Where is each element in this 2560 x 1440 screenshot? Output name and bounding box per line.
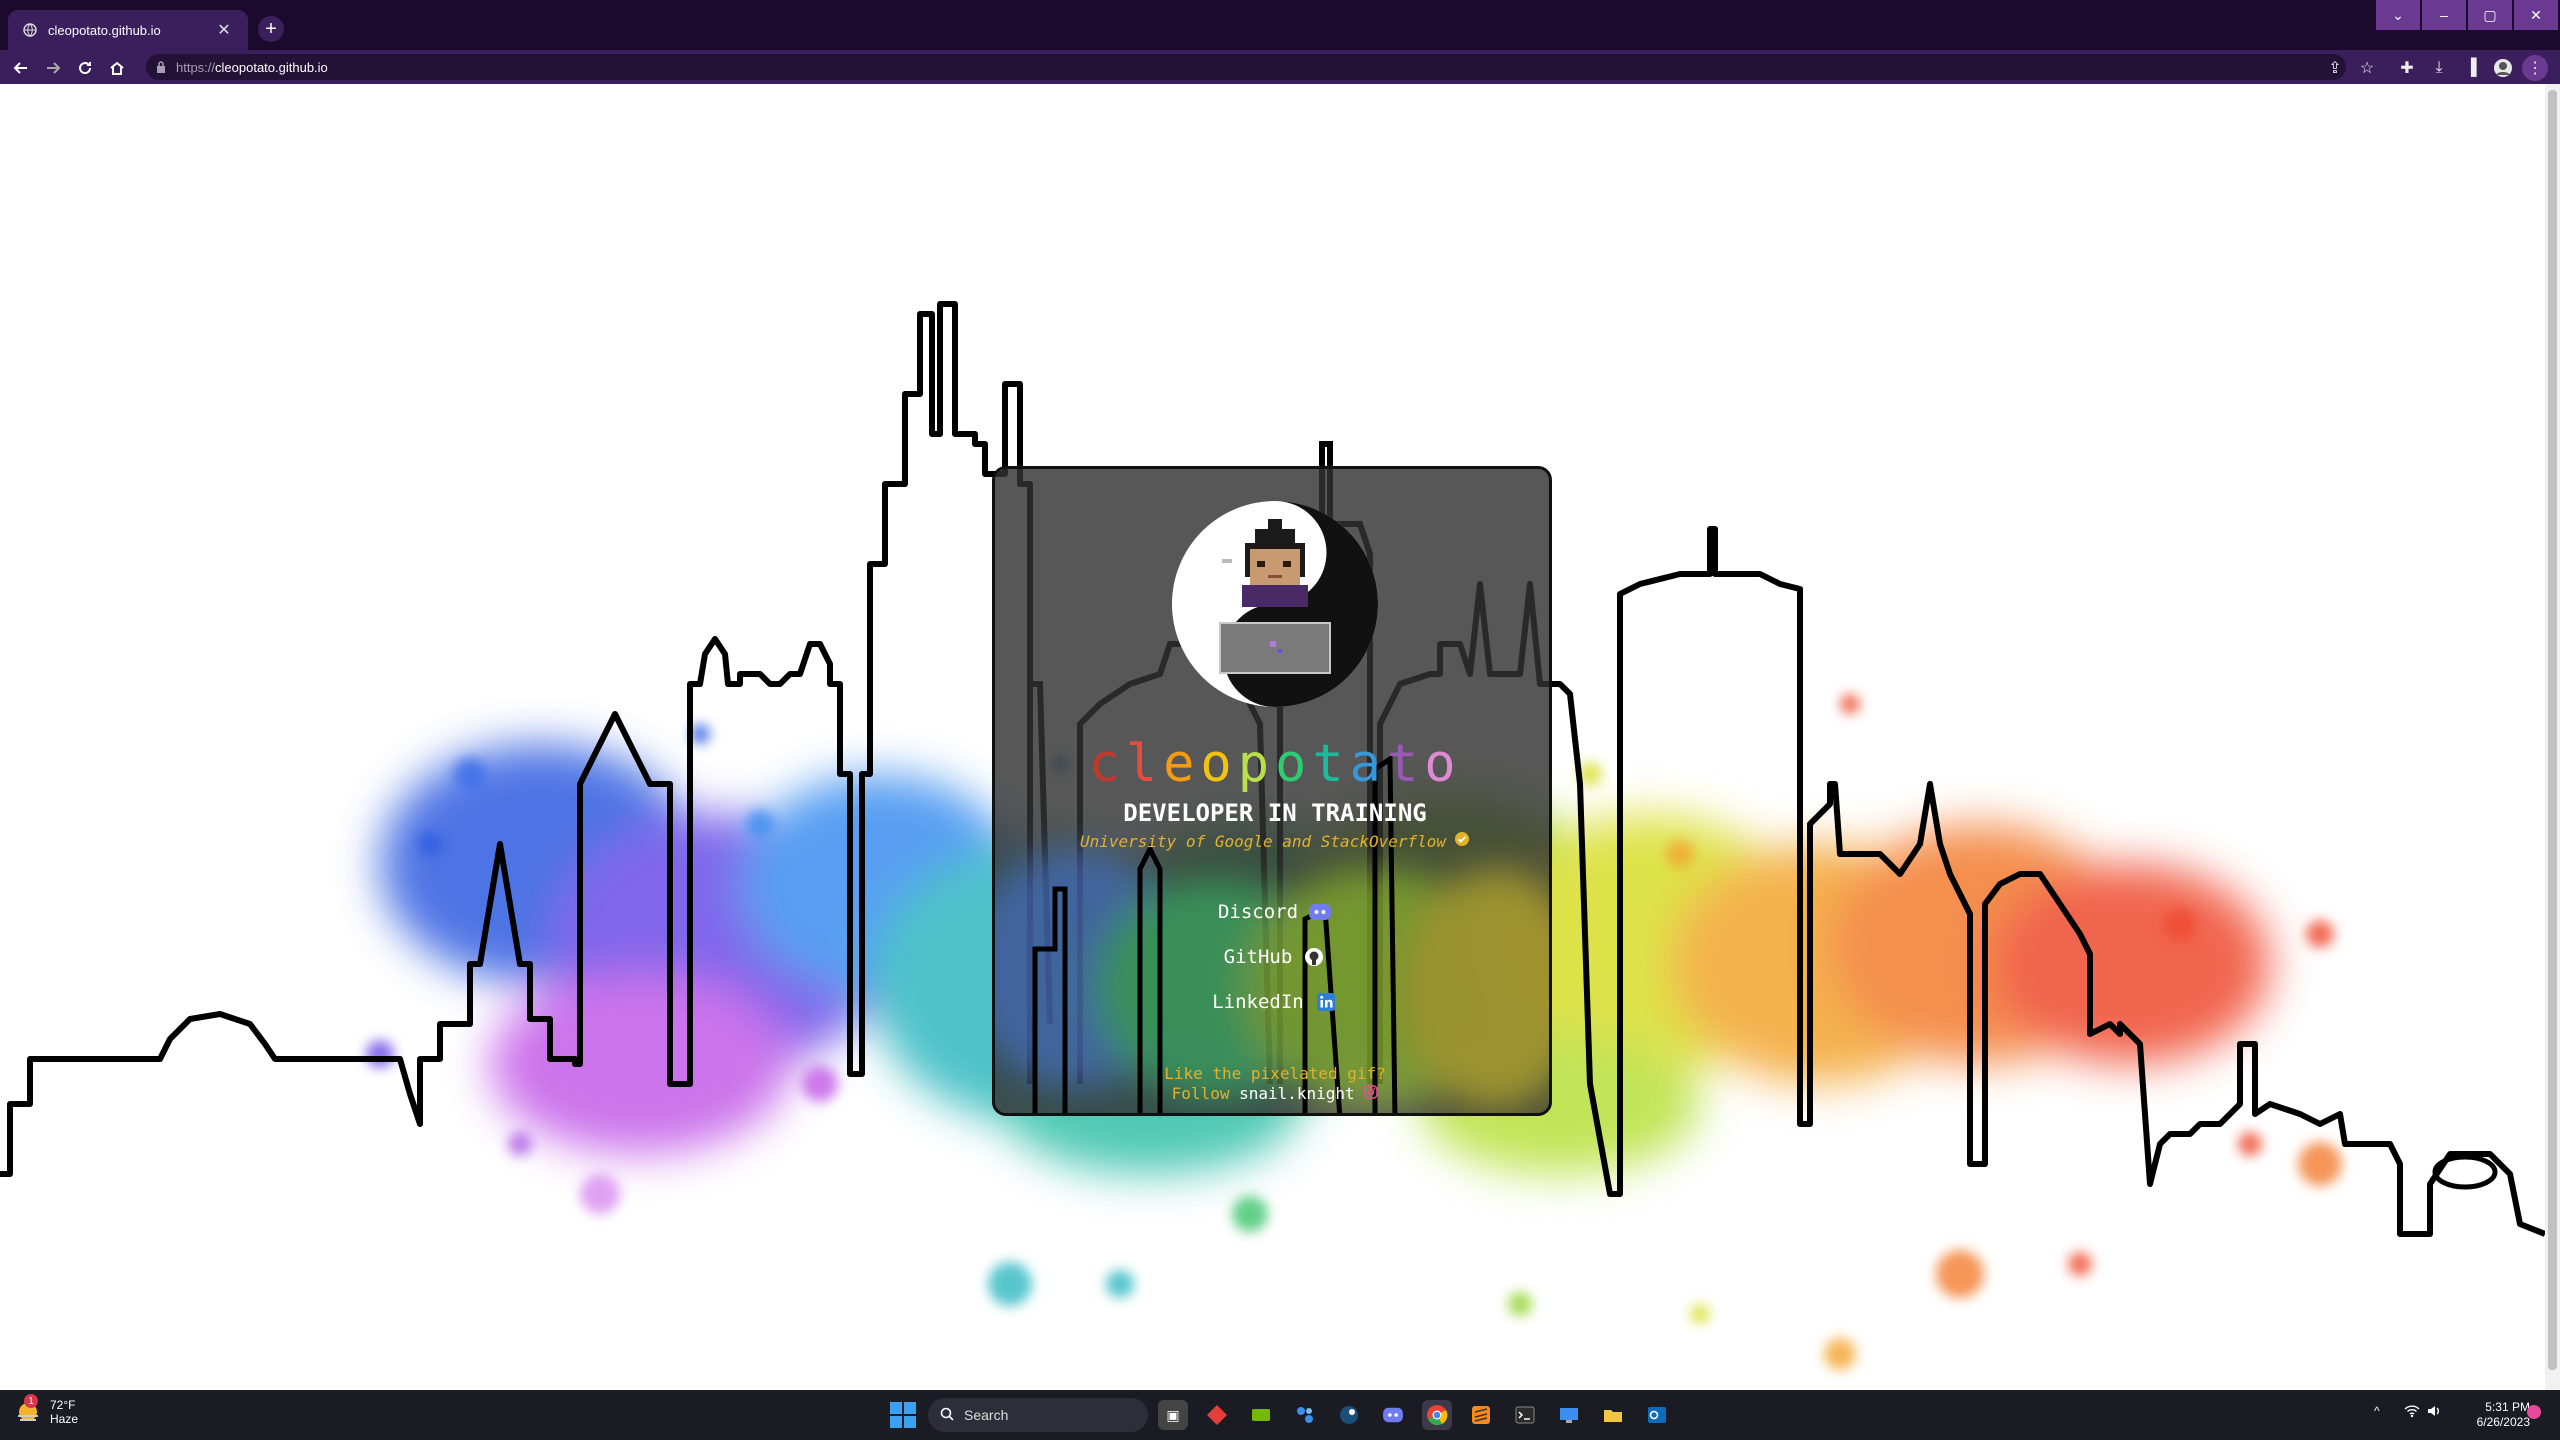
profile-card: cleopotato DEVELOPER IN TRAINING Univers… [992,466,1552,1116]
name-letter: t [1312,734,1350,794]
tab-search-icon[interactable]: ⌄ [2376,0,2420,30]
chrome-icon[interactable] [1422,1400,1452,1430]
maximize-button[interactable]: ▢ [2468,0,2512,30]
linkedin-link-label: LinkedIn [1212,990,1304,1013]
tray-overflow-icon[interactable]: ^ [2374,1404,2380,1418]
clock-date: 6/26/2023 [2476,1415,2530,1429]
verified-badge-icon [1454,831,1470,851]
system-clock[interactable]: 5:31 PM 6/26/2023 [2440,1400,2530,1430]
taskbar-search[interactable]: Search [928,1398,1148,1432]
wifi-icon[interactable] [2404,1404,2420,1421]
name-letter: e [1163,734,1201,794]
forward-button[interactable] [40,55,66,81]
name-letter: a [1349,734,1387,794]
role-title: DEVELOPER IN TRAINING [1123,799,1427,827]
profile-avatar-icon[interactable] [2490,55,2516,81]
discord-taskbar-icon[interactable] [1378,1400,1408,1430]
browser-tab[interactable]: cleopotato.github.io ✕ [8,10,248,50]
social-links: Discord GitHub LinkedIn [995,889,1549,1024]
close-window-button[interactable]: ✕ [2514,0,2558,30]
search-placeholder: Search [964,1407,1009,1423]
sublime-text-icon[interactable] [1466,1400,1496,1430]
discord-link[interactable]: Discord [995,889,1549,934]
name-letter: o [1200,734,1238,794]
share-icon[interactable]: ⇪ [2322,55,2348,81]
site-name: cleopotato [995,734,1549,794]
menu-icon[interactable]: ⋮ [2522,55,2548,81]
extensions-icon[interactable]: ✚ [2394,55,2420,81]
address-bar[interactable]: https:// cleopotato.github.io [146,54,2346,80]
linkedin-link[interactable]: LinkedIn [995,979,1549,1024]
back-button[interactable] [8,55,34,81]
follow-text: Follow [1171,1084,1230,1103]
download-icon[interactable]: ⤓ [2426,55,2452,81]
school-text: University of Google and StackOverflow [1079,831,1447,851]
notification-icon[interactable] [2526,1404,2542,1423]
lock-icon [156,61,166,73]
bookmark-star-icon[interactable]: ☆ [2354,55,2380,81]
app-blue-grid-icon[interactable] [1290,1400,1320,1430]
new-tab-button[interactable]: + [258,16,284,42]
steam-icon[interactable] [1334,1400,1364,1430]
name-letter: o [1275,734,1313,794]
linkedin-icon [1314,990,1338,1014]
globe-icon [22,22,38,38]
github-link[interactable]: GitHub [995,934,1549,979]
close-tab-icon[interactable]: ✕ [214,20,234,40]
name-letter: p [1237,734,1275,794]
task-view-icon[interactable]: ▣ [1158,1400,1188,1430]
name-letter: l [1125,734,1164,794]
file-explorer-icon[interactable] [1598,1400,1628,1430]
start-button[interactable] [890,1402,916,1428]
browser-toolbar: https:// cleopotato.github.io ⇪ ☆ ✚ ⤓ ▐ … [0,50,2560,84]
search-icon [940,1407,954,1424]
reload-button[interactable] [72,55,98,81]
url-host: cleopotato.github.io [215,59,328,75]
app-red-diamond-icon[interactable] [1202,1400,1232,1430]
nvidia-icon[interactable] [1246,1400,1276,1430]
name-letter: o [1424,734,1462,794]
gif-credit-note: Like the pixelated gif? Follow snail.kni… [995,1064,1549,1104]
side-panel-icon[interactable]: ▐ [2458,55,2484,81]
minimize-button[interactable]: – [2422,0,2466,30]
name-letter: c [1088,734,1126,794]
windows-taskbar: 1 72°F Haze Search ▣ ^ 5:31 PM 6/26/2023 [0,1390,2560,1440]
github-icon [1302,945,1326,969]
clock-time: 5:31 PM [2485,1400,2530,1414]
gif-credit-line2: Follow snail.knight [995,1084,1549,1104]
terminal-icon[interactable] [1510,1400,1540,1430]
discord-icon [1308,900,1332,924]
home-button[interactable] [104,55,130,81]
scrollbar-thumb[interactable] [2548,90,2557,1370]
tab-title: cleopotato.github.io [48,22,161,38]
name-letter: t [1386,734,1425,794]
instagram-icon[interactable] [1364,1084,1379,1103]
tab-strip: cleopotato.github.io ✕ + ⌄ – ▢ ✕ [0,0,2560,50]
weather-temperature: 72°F [50,1398,76,1412]
url-scheme: https:// [176,59,216,75]
instagram-handle-link[interactable]: snail.knight [1239,1084,1355,1103]
remote-desktop-icon[interactable] [1554,1400,1584,1430]
gif-credit-line1: Like the pixelated gif? [1164,1064,1386,1083]
browser-window: cleopotato.github.io ✕ + ⌄ – ▢ ✕ https:/… [0,0,2560,1440]
outlook-icon[interactable] [1642,1400,1672,1430]
discord-link-label: Discord [1217,900,1299,923]
avatar [1172,501,1378,707]
weather-widget[interactable]: 1 72°F Haze [14,1394,79,1426]
page-scrollbar[interactable] [2545,84,2560,1390]
weather-description: Haze [50,1412,79,1426]
weather-alert-badge: 1 [24,1394,38,1408]
school-line: University of Google and StackOverflow [995,831,1549,851]
page-viewport: cleopotato DEVELOPER IN TRAINING Univers… [0,84,2545,1390]
weather-haze-icon: 1 [14,1394,42,1426]
github-link-label: GitHub [1223,945,1293,968]
